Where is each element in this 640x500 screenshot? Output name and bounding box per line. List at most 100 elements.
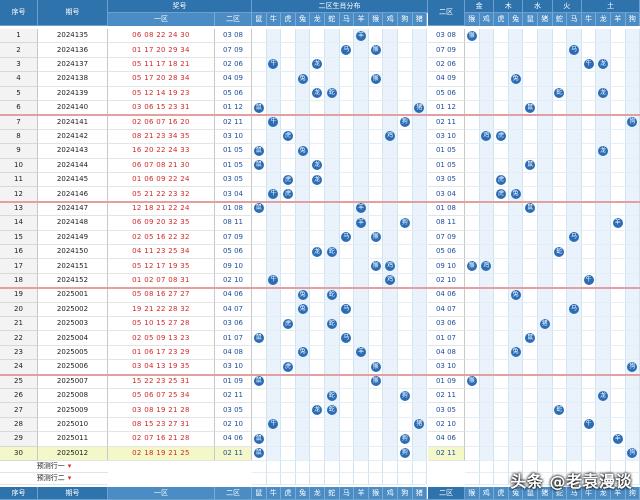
row-period: 2024148 bbox=[38, 216, 108, 231]
zodiac-cell bbox=[295, 389, 311, 404]
zodiac-cell: 蛇 bbox=[325, 288, 340, 303]
header-zodiac-11: 猪 bbox=[412, 13, 428, 26]
predict-cell[interactable] bbox=[252, 461, 267, 473]
predict-cell[interactable] bbox=[252, 473, 267, 485]
predict-cell[interactable] bbox=[339, 461, 355, 473]
element-cell: 猴 bbox=[465, 374, 480, 389]
zodiac-ball: 鼠 bbox=[253, 433, 264, 444]
zodiac-cell bbox=[368, 302, 384, 317]
zodiac-ball: 蛇 bbox=[326, 246, 337, 257]
element-cell bbox=[508, 101, 524, 116]
zodiac-ball: 兔 bbox=[297, 347, 308, 358]
zodiac-cell bbox=[354, 43, 369, 58]
zodiac-cell: 羊 bbox=[354, 29, 369, 44]
element-cell bbox=[581, 432, 597, 447]
predict-cell[interactable] bbox=[281, 473, 296, 485]
dropdown-arrow-icon[interactable]: ▾ bbox=[68, 463, 72, 470]
header-element-0: 金 bbox=[465, 0, 495, 13]
element-cell bbox=[552, 57, 568, 73]
element-cell bbox=[465, 345, 480, 361]
zodiac-cell: 鼠 bbox=[252, 101, 267, 116]
element-cell bbox=[596, 288, 611, 303]
zodiac-cell bbox=[310, 259, 325, 274]
zodiac-cell bbox=[368, 417, 384, 433]
predict-cell[interactable] bbox=[383, 461, 398, 473]
zodiac-cell: 龙 bbox=[310, 245, 325, 260]
element-cell bbox=[581, 173, 597, 188]
zodiac-cell bbox=[310, 432, 325, 447]
zodiac-cell bbox=[354, 158, 369, 173]
zodiac-cell: 鸡 bbox=[383, 259, 398, 274]
element-cell: 虎 bbox=[494, 173, 509, 188]
zodiac-ball: 马 bbox=[341, 232, 352, 243]
predict-cell[interactable] bbox=[310, 461, 325, 473]
predict-row-1[interactable]: 预测行一 ▾ bbox=[0, 461, 108, 473]
row-zone1: 12 18 21 22 24 bbox=[108, 201, 215, 217]
zodiac-cell bbox=[325, 173, 340, 188]
predict-cell[interactable] bbox=[412, 473, 428, 485]
predict-cell[interactable] bbox=[295, 461, 311, 473]
zodiac-cell bbox=[339, 259, 355, 274]
predict-cell[interactable] bbox=[310, 473, 325, 485]
header-zodiac-8: 猴 bbox=[368, 13, 384, 26]
element-cell bbox=[538, 360, 553, 375]
zodiac-cell bbox=[252, 417, 267, 433]
predict-cell[interactable] bbox=[281, 461, 296, 473]
row-zone2b: 02 06 bbox=[428, 57, 465, 73]
zodiac-cell bbox=[398, 144, 413, 159]
predict-cell[interactable] bbox=[295, 473, 311, 485]
predict-cell[interactable] bbox=[339, 473, 355, 485]
zodiac-cell bbox=[383, 216, 398, 231]
zodiac-cell bbox=[266, 259, 282, 274]
predict-cell[interactable] bbox=[325, 473, 340, 485]
predict-cell[interactable] bbox=[354, 473, 369, 485]
predict-cell[interactable] bbox=[325, 461, 340, 473]
row-zone2b: 01 05 bbox=[428, 144, 465, 159]
zodiac-cell: 龙 bbox=[310, 158, 325, 173]
row-zone2b: 04 07 bbox=[428, 302, 465, 317]
predict-cell[interactable] bbox=[266, 461, 282, 473]
element-cell bbox=[581, 317, 597, 332]
zodiac-cell bbox=[295, 374, 311, 389]
predict-cell[interactable] bbox=[354, 461, 369, 473]
element-cell bbox=[479, 201, 495, 217]
element-cell bbox=[567, 101, 582, 116]
header-period[interactable]: 期号 bbox=[38, 0, 108, 26]
predict-cell[interactable] bbox=[412, 461, 428, 473]
element-cell bbox=[479, 331, 495, 346]
predict-cell[interactable] bbox=[368, 461, 384, 473]
predict-cell[interactable] bbox=[398, 461, 413, 473]
zodiac-cell bbox=[412, 374, 428, 389]
element-cell bbox=[538, 245, 553, 260]
zodiac-cell bbox=[325, 230, 340, 245]
zodiac-cell bbox=[412, 144, 428, 159]
predict-cell[interactable] bbox=[266, 473, 282, 485]
element-cell bbox=[538, 187, 553, 202]
element-cell bbox=[523, 115, 538, 130]
element-ball: 狗 bbox=[627, 361, 638, 372]
zodiac-cell: 兔 bbox=[295, 288, 311, 303]
element-cell bbox=[538, 417, 553, 433]
element-cell bbox=[494, 57, 509, 73]
dropdown-arrow-icon[interactable]: ▾ bbox=[68, 475, 72, 482]
zodiac-cell: 狗 bbox=[398, 216, 413, 231]
element-ball: 龙 bbox=[598, 145, 609, 156]
predict-cell[interactable] bbox=[383, 473, 398, 485]
predict-cell[interactable] bbox=[398, 473, 413, 485]
predict-cell[interactable] bbox=[368, 473, 384, 485]
zodiac-cell: 猴 bbox=[368, 374, 384, 389]
element-cell: 羊 bbox=[611, 432, 626, 447]
element-cell bbox=[465, 317, 480, 332]
zodiac-cell bbox=[281, 72, 296, 87]
element-cell bbox=[611, 446, 626, 461]
element-cell bbox=[465, 144, 480, 159]
zodiac-ball: 马 bbox=[341, 333, 352, 344]
element-cell bbox=[611, 345, 626, 361]
zodiac-cell bbox=[281, 43, 296, 58]
zodiac-cell bbox=[354, 417, 369, 433]
zodiac-cell bbox=[310, 360, 325, 375]
predict-row-2[interactable]: 预测行二 ▾ bbox=[0, 473, 108, 485]
zodiac-cell: 兔 bbox=[295, 72, 311, 87]
element-cell bbox=[479, 43, 495, 58]
zodiac-ball: 狗 bbox=[399, 217, 410, 228]
